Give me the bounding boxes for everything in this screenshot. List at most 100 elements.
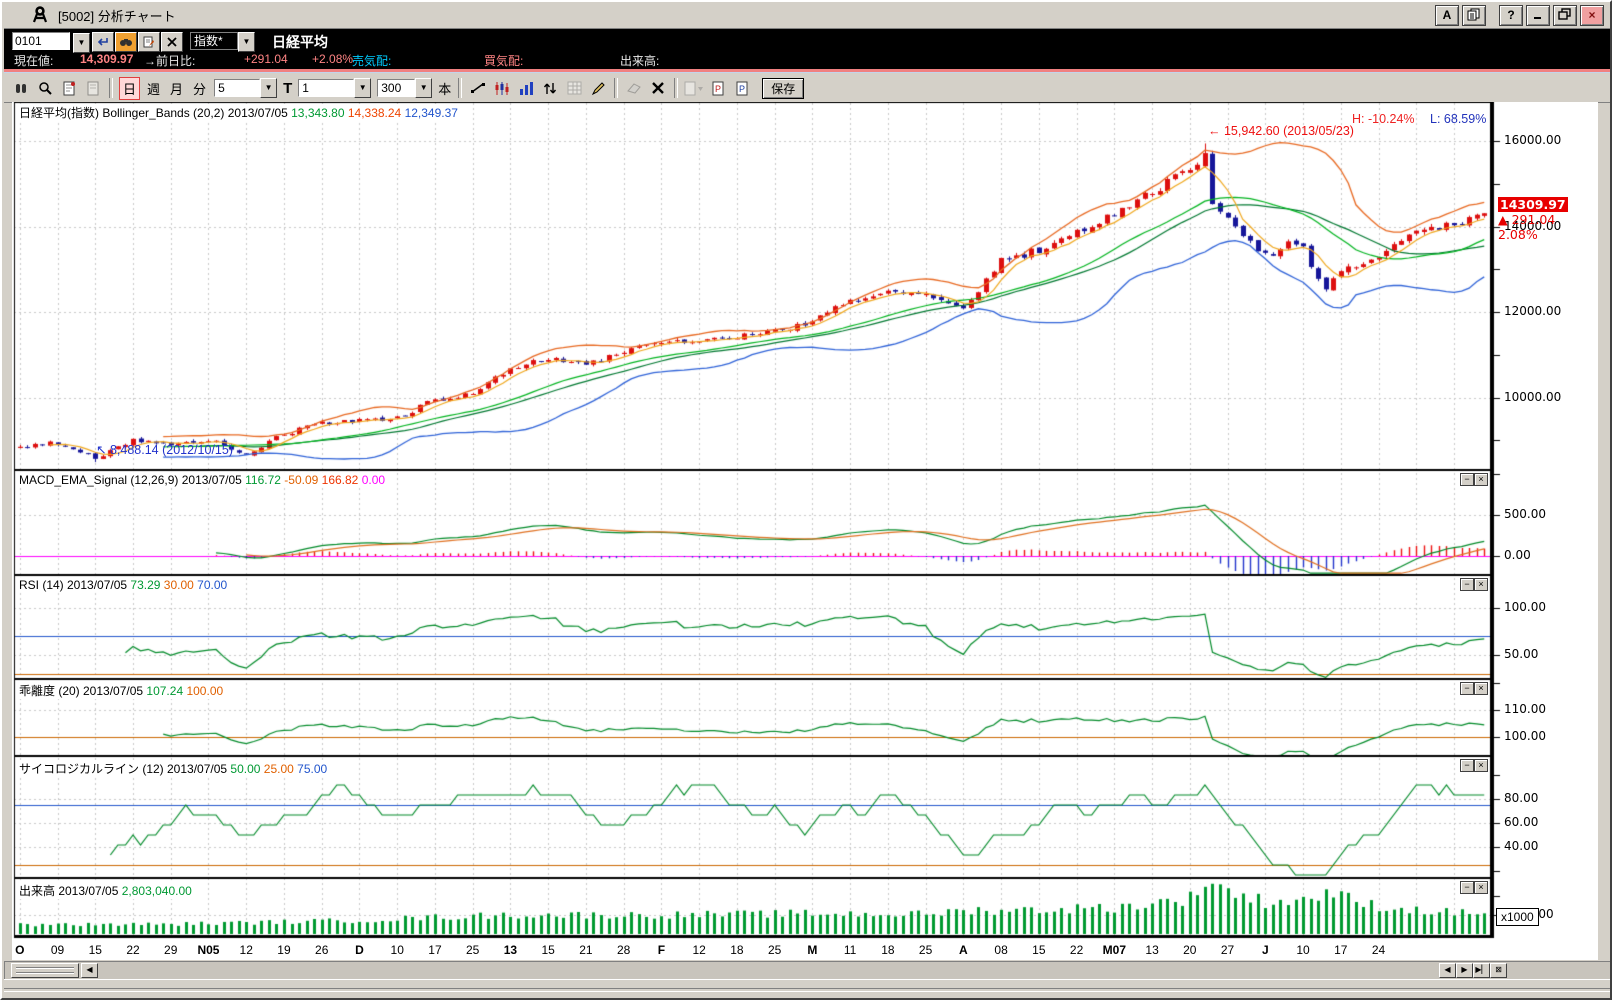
prev-diff-label: →前日比:: [144, 54, 196, 68]
restore-button[interactable]: [1553, 5, 1577, 26]
save-page-icon: [82, 78, 104, 98]
page-p1-icon[interactable]: P: [707, 78, 729, 98]
x-axis-label: 17: [1334, 943, 1348, 957]
close-button[interactable]: ×: [1580, 5, 1604, 26]
change-value: +291.04: [244, 52, 288, 66]
legend-value: 14,338.24: [344, 106, 402, 120]
pencil-icon[interactable]: [587, 78, 609, 98]
page-p2-icon[interactable]: P: [731, 78, 753, 98]
pane-minimize-button-kairi[interactable]: −: [1460, 682, 1474, 695]
x-axis-label: J: [1261, 943, 1269, 957]
layout-dropdown-icon: [683, 78, 705, 98]
period-daily-button[interactable]: 日: [119, 76, 141, 100]
legend-value: 2,803,040.00: [118, 884, 192, 898]
compare-icon[interactable]: [10, 78, 32, 98]
legend-value: -50.09: [280, 473, 319, 487]
legend-value: 75.00: [293, 762, 328, 776]
quote-panel: ▼ 指数*▼ 日経平均 現在値: 14,309.97 →前日比: +291.04…: [4, 29, 1610, 69]
legend-value: 出来高 2013/07/05: [19, 884, 119, 898]
pane-close-button-rsi[interactable]: ×: [1474, 578, 1488, 591]
pane-legend-kairi: 乖離度 (20) 2013/07/05 107.24 100.00: [16, 682, 227, 699]
t-label: T: [283, 79, 293, 97]
font-button[interactable]: A: [1435, 5, 1459, 26]
pane-close-button-macd[interactable]: ×: [1474, 473, 1488, 486]
low-percent: L: 68.59%: [1430, 112, 1487, 126]
x-axis-label: 10: [1296, 943, 1310, 957]
legend-value: MACD_EMA_Signal (12,26,9) 2013/07/05: [19, 473, 242, 487]
y-axis-label: 16000.00: [1504, 133, 1562, 147]
x-axis-label: 28: [616, 943, 631, 957]
pane-close-button-vol[interactable]: ×: [1474, 881, 1488, 894]
page-right-button[interactable]: ▶: [1456, 963, 1473, 978]
x-axis-label: 20: [1183, 943, 1197, 957]
trendline-icon[interactable]: [467, 78, 489, 98]
expand-box-button[interactable]: ⊠: [1490, 963, 1507, 978]
y-axis-label: 12000.00: [1504, 304, 1562, 318]
period-minute-button[interactable]: 分: [190, 78, 209, 99]
svg-text:P: P: [739, 84, 745, 94]
edit-note-icon[interactable]: [138, 32, 160, 52]
current-price-value: 14,309.97: [80, 52, 134, 66]
legend-value: 70.00: [193, 578, 228, 592]
period-monthly-button[interactable]: 月: [167, 78, 186, 99]
x-axis-label: 22: [126, 943, 140, 957]
symbol-dropdown-button[interactable]: ▼: [73, 33, 90, 53]
copy-window-button[interactable]: [1462, 5, 1486, 26]
x-axis-label: 18: [881, 943, 895, 957]
pane-close-button-kairi[interactable]: ×: [1474, 682, 1488, 695]
x-axis-label: 08: [994, 943, 1008, 957]
x-axis-label: 15: [88, 943, 102, 957]
candlestick-chart-icon[interactable]: [491, 78, 513, 98]
pane-minimize-button-vol[interactable]: −: [1460, 881, 1474, 894]
title-bar[interactable]: [5002] 分析チャート A ? ×: [4, 2, 1610, 29]
minimize-button[interactable]: [1526, 5, 1550, 26]
interval-combo[interactable]: 1 ▼: [298, 78, 372, 98]
sort-arrows-icon[interactable]: [539, 78, 561, 98]
x-axis-label: 25: [767, 943, 782, 957]
volume-unit-box: x1000: [1496, 908, 1539, 926]
instrument-name: 日経平均: [272, 34, 328, 50]
y-axis-label: 60.00: [1504, 815, 1539, 829]
last-price-badge: 14309.97 ▲ 291.04 2.08%: [1498, 197, 1568, 242]
zoom-tool-icon[interactable]: [34, 78, 56, 98]
x-axis-label: 25: [918, 943, 933, 957]
bars-combo[interactable]: 300 ▼: [377, 78, 433, 98]
pane-minimize-button-macd[interactable]: −: [1460, 473, 1474, 486]
delete-all-icon[interactable]: [647, 78, 669, 98]
period-weekly-button[interactable]: 週: [144, 78, 163, 99]
bar-chart-icon[interactable]: [515, 78, 537, 98]
page-left-button[interactable]: ◀: [1439, 963, 1456, 978]
y-axis-label: 50.00: [1504, 647, 1539, 661]
x-axis-label: 13: [1145, 943, 1159, 957]
scrollbar-grip[interactable]: [11, 963, 79, 978]
category-dropdown-button[interactable]: ▼: [238, 32, 255, 52]
horizontal-scrollbar[interactable]: ◀ ◀ ▶ ▶▏ ⊠: [4, 961, 1610, 980]
legend-value: 100.00: [183, 684, 224, 698]
pane-close-button-psy[interactable]: ×: [1474, 759, 1488, 772]
legend-value: 116.72: [241, 473, 281, 487]
pane-minimize-button-rsi[interactable]: −: [1460, 578, 1474, 591]
pane-legend-rsi: RSI (14) 2013/07/05 73.29 30.00 70.00: [16, 578, 231, 592]
x-axis-label: O: [15, 943, 25, 957]
save-button[interactable]: 保存: [762, 77, 805, 99]
symbol-input[interactable]: [12, 32, 70, 50]
pane-minimize-button-psy[interactable]: −: [1460, 759, 1474, 772]
new-page-icon[interactable]: [58, 78, 80, 98]
jump-end-button[interactable]: ▶▏: [1473, 963, 1490, 978]
change-percent: +2.08%: [312, 52, 354, 66]
svg-text:P: P: [715, 84, 721, 94]
scroll-left-button[interactable]: ◀: [81, 963, 98, 978]
x-axis-label: 18: [730, 943, 744, 957]
binoculars-icon[interactable]: [115, 32, 137, 52]
chart-canvas[interactable]: [12, 102, 1598, 942]
legend-value: 日経平均(指数) Bollinger_Bands (20,2) 2013/07/…: [19, 106, 288, 120]
x-axis-label: M: [807, 943, 818, 957]
legend-value: サイコロジカルライン (12) 2013/07/05: [19, 762, 228, 776]
category-select[interactable]: 指数*: [190, 32, 238, 50]
help-button[interactable]: ?: [1499, 5, 1523, 26]
bid-label: 買気配:: [484, 54, 524, 68]
y-axis-label: 40.00: [1504, 839, 1539, 853]
enter-icon[interactable]: [92, 32, 114, 52]
minutes-combo[interactable]: 5 ▼: [214, 78, 278, 98]
clear-icon[interactable]: [161, 32, 183, 52]
